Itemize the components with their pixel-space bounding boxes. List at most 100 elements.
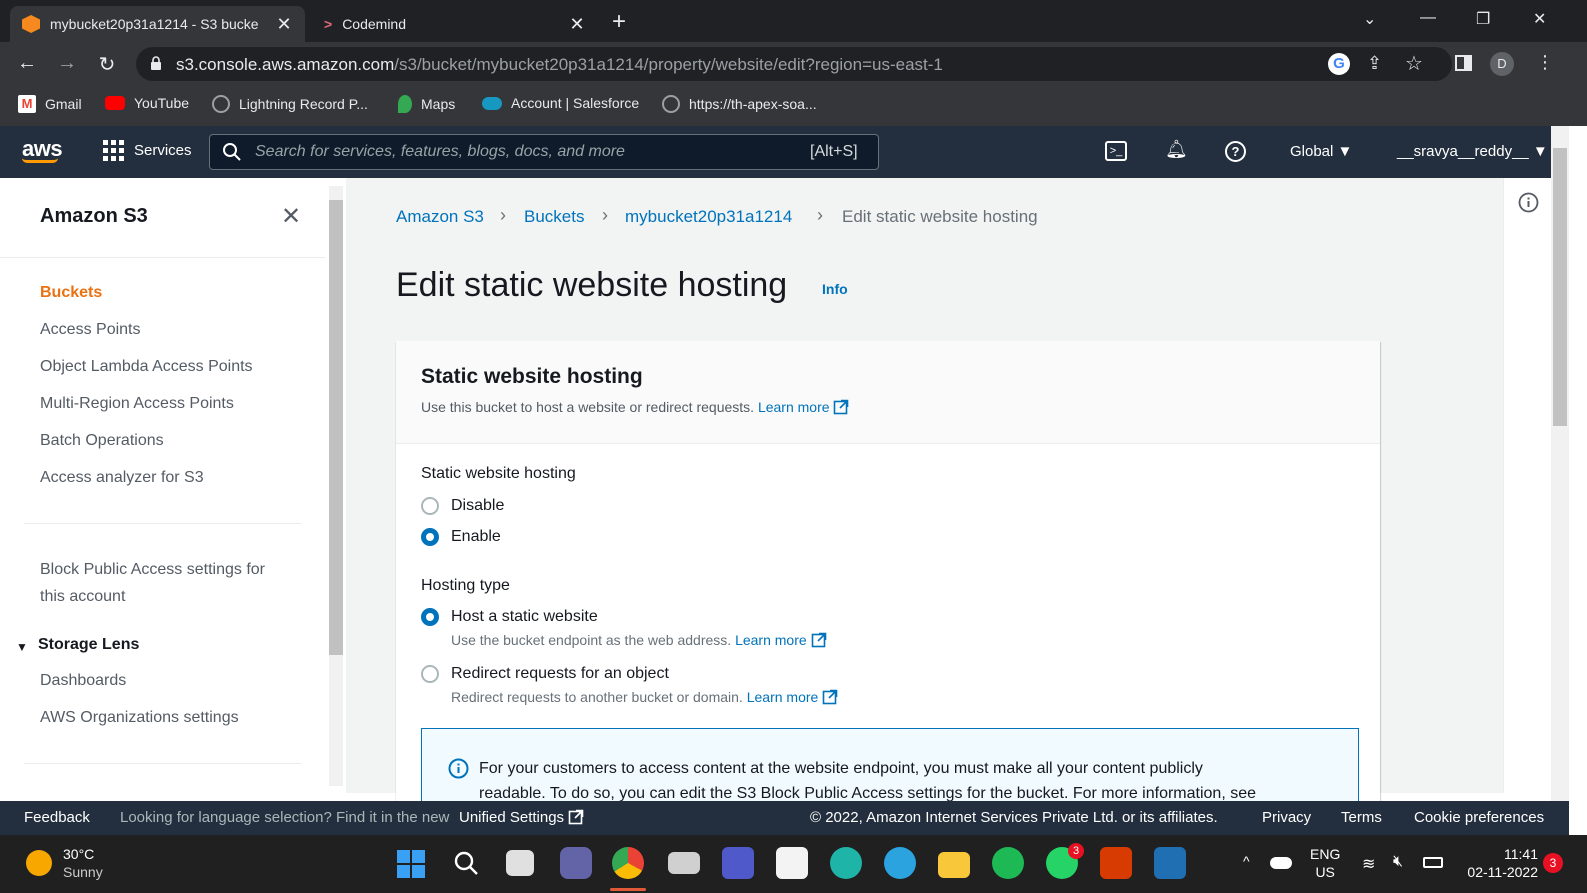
bookmark-star-icon[interactable]: ☆ (1405, 51, 1423, 76)
clock[interactable]: 11:41 02-11-2022 (1462, 845, 1538, 881)
language-notice: Looking for language selection? Find it … (120, 809, 450, 826)
feedback-link[interactable]: Feedback (24, 809, 90, 826)
office-icon[interactable] (1100, 847, 1132, 879)
bookmark-maps[interactable]: Maps (398, 95, 455, 113)
region-selector[interactable]: Global ▼ (1290, 143, 1352, 160)
sidebar-item-buckets[interactable]: Buckets (40, 284, 102, 302)
windows-start-icon[interactable] (397, 850, 425, 878)
search-icon[interactable] (452, 849, 480, 877)
tab-search-icon[interactable]: ⌄ (1363, 9, 1376, 29)
unified-settings-link[interactable]: Unified Settings (459, 809, 584, 826)
cookie-preferences-link[interactable]: Cookie preferences (1414, 809, 1544, 826)
minimize-button[interactable]: — (1420, 9, 1436, 27)
breadcrumb-amazon-s3[interactable]: Amazon S3 (396, 207, 484, 227)
radio-enable[interactable] (421, 528, 439, 546)
sidebar-item-aws-organizations[interactable]: AWS Organizations settings (40, 709, 239, 727)
privacy-link[interactable]: Privacy (1262, 809, 1311, 826)
sidebar-item-access-analyzer[interactable]: Access analyzer for S3 (40, 469, 204, 487)
caret-down-icon[interactable]: ▼ (16, 640, 28, 654)
battery-icon[interactable] (1423, 857, 1443, 868)
sun-weather-icon[interactable] (26, 850, 52, 876)
radio-disable[interactable] (421, 497, 439, 515)
side-panel-icon[interactable] (1455, 55, 1472, 71)
radio-redirect[interactable] (421, 665, 439, 683)
tab-codemind[interactable]: > Codemind ✕ (312, 6, 598, 42)
file-explorer-icon[interactable] (938, 852, 970, 878)
browser-menu-icon[interactable]: ⋮ (1536, 52, 1554, 73)
bookmark-apex[interactable]: https://th-apex-soa... (662, 95, 817, 113)
url-text[interactable]: s3.console.aws.amazon.com/s3/bucket/mybu… (176, 55, 943, 75)
cloudshell-icon[interactable]: >_ (1105, 141, 1127, 161)
language-indicator[interactable]: ENG US (1310, 845, 1340, 881)
external-link-icon[interactable] (811, 632, 827, 648)
sidebar-item-dashboards[interactable]: Dashboards (40, 672, 126, 690)
help-icon[interactable]: ? (1225, 141, 1246, 162)
terms-link[interactable]: Terms (1341, 809, 1382, 826)
close-tab-icon[interactable]: ✕ (275, 14, 293, 35)
messages-icon[interactable] (668, 852, 700, 874)
chevron-right-icon: › (602, 205, 608, 225)
learn-more-link[interactable]: Learn more (747, 689, 819, 705)
notification-badge[interactable]: 3 (1543, 853, 1563, 873)
spotify-icon[interactable] (992, 847, 1024, 879)
share-icon[interactable]: ⇪ (1367, 53, 1382, 74)
profile-avatar[interactable]: D (1490, 52, 1514, 76)
external-link-icon[interactable] (822, 689, 838, 705)
globe-icon (212, 95, 230, 113)
google-icon[interactable]: G (1328, 53, 1350, 75)
store-icon[interactable] (776, 847, 808, 879)
radio-host-static[interactable] (421, 608, 439, 626)
onedrive-cloud-icon[interactable] (1270, 857, 1292, 869)
tab-s3-bucket[interactable]: mybucket20p31a1214 - S3 bucke ✕ (10, 6, 305, 42)
reload-icon[interactable]: ↻ (94, 52, 120, 77)
sidebar-section-storage-lens[interactable]: Storage Lens (38, 636, 139, 654)
restore-button[interactable]: ❐ (1476, 9, 1490, 29)
bookmark-salesforce[interactable]: Account | Salesforce (482, 95, 639, 111)
chrome-icon[interactable] (612, 847, 644, 879)
new-tab-button[interactable]: + (612, 8, 626, 36)
services-menu-button[interactable]: Services (103, 140, 192, 161)
breadcrumb-buckets[interactable]: Buckets (524, 207, 584, 227)
telegram-icon[interactable] (884, 847, 916, 879)
tray-chevron-icon[interactable]: ^ (1243, 853, 1250, 869)
wifi-icon[interactable]: ≋ (1362, 854, 1375, 874)
page-scroll-thumb[interactable] (1553, 148, 1567, 426)
aws-logo[interactable]: aws (22, 136, 63, 163)
bookmark-youtube[interactable]: YouTube (105, 95, 189, 111)
learn-more-link[interactable]: Learn more (735, 632, 807, 648)
task-view-icon[interactable] (506, 850, 534, 876)
teams-chat-icon[interactable] (560, 847, 592, 879)
sidebar-scroll-thumb[interactable] (329, 200, 343, 655)
close-sidebar-icon[interactable]: ✕ (281, 202, 301, 231)
photos-icon[interactable] (1154, 847, 1186, 879)
close-tab-icon[interactable]: ✕ (568, 14, 586, 35)
external-link-icon[interactable] (833, 399, 849, 415)
back-arrow-icon[interactable]: ← (14, 52, 40, 75)
radio-host-static-label[interactable]: Host a static website (451, 608, 598, 626)
sidebar-item-multi-region[interactable]: Multi-Region Access Points (40, 395, 234, 413)
muted-speaker-icon[interactable]: 🔇︎ (1393, 853, 1403, 871)
edge-icon[interactable] (830, 847, 862, 879)
tab-title: Codemind (342, 16, 407, 32)
learn-more-link[interactable]: Learn more (758, 399, 830, 415)
radio-redirect-label[interactable]: Redirect requests for an object (451, 665, 669, 683)
lock-icon[interactable] (150, 56, 162, 71)
bell-icon[interactable]: 🔔︎ (1165, 139, 1188, 160)
info-panel-icon[interactable] (1518, 192, 1539, 213)
bookmark-gmail[interactable]: M Gmail (18, 95, 82, 113)
forward-arrow-icon[interactable]: → (54, 52, 80, 75)
close-window-button[interactable]: ✕ (1533, 9, 1546, 29)
sidebar-item-access-points[interactable]: Access Points (40, 321, 140, 339)
weather-widget[interactable]: 30°C Sunny (63, 845, 103, 881)
chevron-right-icon: › (500, 205, 506, 225)
bookmark-lightning[interactable]: Lightning Record P... (212, 95, 368, 113)
radio-disable-label[interactable]: Disable (451, 497, 504, 515)
sidebar-item-object-lambda[interactable]: Object Lambda Access Points (40, 358, 253, 376)
sidebar-item-batch-operations[interactable]: Batch Operations (40, 432, 164, 450)
info-link[interactable]: Info (822, 281, 848, 297)
radio-enable-label[interactable]: Enable (451, 528, 501, 546)
breadcrumb-bucket[interactable]: mybucket20p31a1214 (625, 207, 792, 227)
account-menu[interactable]: __sravya__reddy__ ▼ (1397, 143, 1548, 160)
teams-icon[interactable] (722, 847, 754, 879)
sidebar-item-block-public-access[interactable]: Block Public Access settings for this acc… (40, 556, 265, 610)
